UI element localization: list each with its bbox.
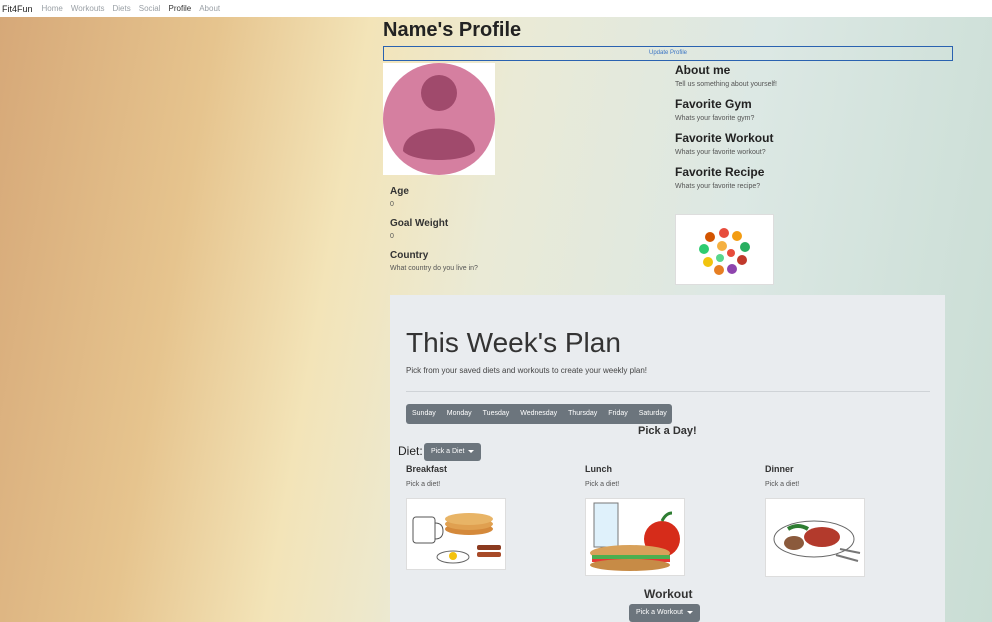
pick-diet-dropdown[interactable]: Pick a Diet [424,443,482,461]
about-me-label: About me [675,63,731,77]
user-avatar-icon [383,63,495,175]
dinner-hint: Pick a diet! [765,481,800,488]
favorite-recipe-image [675,214,774,285]
dinner-image [765,498,865,577]
plan-title: This Week's Plan [406,327,621,358]
nav-link-diets[interactable]: Diets [113,4,131,13]
top-navbar: Fit4Fun Home Workouts Diets Social Profi… [0,0,992,17]
favorite-recipe-label: Favorite Recipe [675,165,765,179]
plan-subtitle: Pick from your saved diets and workouts … [406,366,647,375]
day-button-monday[interactable]: Monday [441,404,477,424]
pick-day-heading: Pick a Day! [638,425,697,437]
breakfast-food-icon [412,513,501,564]
brand-logo[interactable]: Fit4Fun [2,4,33,14]
breakfast-label: Breakfast [406,464,448,474]
age-value: 0 [390,201,394,208]
favorite-workout-label: Favorite Workout [675,131,774,145]
country-value: What country do you live in? [390,265,478,272]
pick-workout-label: Pick a Workout [636,609,683,616]
food-circle-icon [699,228,750,275]
nav-link-profile[interactable]: Profile [169,4,192,13]
day-button-wednesday[interactable]: Wednesday [514,404,562,424]
caret-down-icon [468,449,475,453]
lunch-image [585,498,685,576]
day-button-tuesday[interactable]: Tuesday [477,404,515,424]
about-me-value: Tell us something about yourself! [675,81,777,88]
nav-link-social[interactable]: Social [139,4,161,13]
lunch-food-icon [590,502,680,571]
day-button-thursday[interactable]: Thursday [562,404,602,424]
dinner-label: Dinner [765,464,794,474]
profile-right-fields: About me Tell us something about yoursel… [675,63,945,199]
day-button-friday[interactable]: Friday [602,404,632,424]
breakfast-hint: Pick a diet! [406,481,441,488]
favorite-gym-value: Whats your favorite gym? [675,115,755,122]
age-label: Age [390,186,409,197]
country-label: Country [390,250,429,261]
avatar [383,63,495,175]
update-profile-button[interactable]: Update Profile [383,46,953,61]
favorite-recipe-value: Whats your favorite recipe? [675,183,761,190]
goal-weight-label: Goal Weight [390,218,449,229]
nav-link-about[interactable]: About [199,4,220,13]
workout-heading: Workout [644,587,693,601]
weekly-plan-panel: This Week's Plan Pick from your saved di… [390,295,945,622]
day-button-sunday[interactable]: Sunday [406,404,441,424]
favorite-workout-value: Whats your favorite workout? [675,149,766,156]
day-button-saturday[interactable]: Saturday [633,404,672,424]
nav-link-workouts[interactable]: Workouts [71,4,105,13]
lunch-label: Lunch [585,464,612,474]
favorite-gym-label: Favorite Gym [675,97,752,111]
caret-down-icon [686,610,693,614]
goal-weight-value: 0 [390,233,394,240]
plan-divider [406,391,930,392]
profile-left-fields: Age 0 Goal Weight 0 Country What country… [390,186,650,282]
lunch-hint: Pick a diet! [585,481,620,488]
breakfast-image [406,498,506,570]
dinner-food-icon [773,520,861,562]
nav-link-home[interactable]: Home [42,4,63,13]
pick-workout-dropdown[interactable]: Pick a Workout [629,604,700,622]
diet-label: Diet: [398,444,423,458]
day-button-group: Sunday Monday Tuesday Wednesday Thursday… [406,404,672,424]
page-title: Name's Profile [383,19,522,41]
pick-diet-label: Pick a Diet [431,448,465,455]
